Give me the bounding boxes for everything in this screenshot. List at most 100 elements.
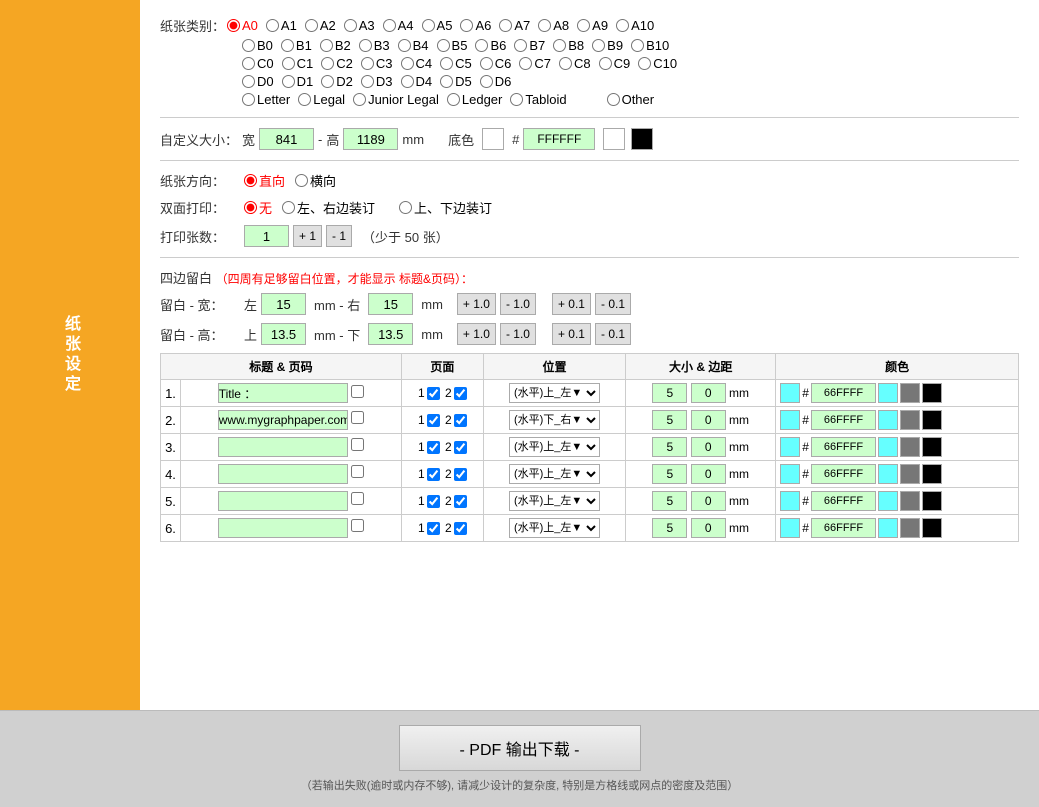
radio-c2[interactable]: C2 bbox=[321, 56, 353, 71]
margin-right-input[interactable] bbox=[368, 293, 413, 315]
radio-other[interactable]: Other bbox=[607, 92, 655, 107]
row-title-check-5[interactable] bbox=[351, 519, 364, 532]
position-select-3[interactable]: (水平)上_左▼ (水平)上_左 (水平)上_中 (水平)上_右 (水平)下_左… bbox=[509, 464, 600, 484]
page1-check-5[interactable] bbox=[427, 522, 440, 535]
row-title-input-2[interactable] bbox=[218, 437, 348, 457]
row-title-check-3[interactable] bbox=[351, 465, 364, 478]
radio-c4[interactable]: C4 bbox=[401, 56, 433, 71]
color-preview-3[interactable] bbox=[878, 464, 898, 484]
color-gray-5[interactable] bbox=[900, 518, 920, 538]
color-preview-5[interactable] bbox=[878, 518, 898, 538]
margin-w-plus01-btn[interactable]: + 0.1 bbox=[552, 293, 591, 315]
size-input-2[interactable] bbox=[652, 437, 687, 457]
margin-left-input[interactable] bbox=[261, 293, 306, 315]
page2-check-0[interactable] bbox=[454, 387, 467, 400]
hex-input-4[interactable] bbox=[811, 491, 876, 511]
position-select-0[interactable]: (水平)上_左▼ (水平)上_左 (水平)上_中 (水平)上_右 (水平)下_左… bbox=[509, 383, 600, 403]
print-count-minus-btn[interactable]: - 1 bbox=[326, 225, 352, 247]
position-select-5[interactable]: (水平)上_左▼ (水平)上_左 (水平)上_中 (水平)上_右 (水平)下_左… bbox=[509, 518, 600, 538]
radio-b5[interactable]: B5 bbox=[437, 38, 468, 53]
radio-letter[interactable]: Letter bbox=[242, 92, 290, 107]
margin-input-5[interactable] bbox=[691, 518, 726, 538]
radio-legal[interactable]: Legal bbox=[298, 92, 345, 107]
radio-a0[interactable]: A0 bbox=[227, 18, 258, 33]
radio-b10[interactable]: B10 bbox=[631, 38, 669, 53]
row-title-input-1[interactable] bbox=[218, 410, 348, 430]
duplex-none-radio[interactable]: 无 bbox=[244, 198, 272, 217]
radio-b8[interactable]: B8 bbox=[553, 38, 584, 53]
size-input-0[interactable] bbox=[652, 383, 687, 403]
radio-c6[interactable]: C6 bbox=[480, 56, 512, 71]
duplex-tb-radio[interactable]: 上、下边装订 bbox=[399, 198, 492, 217]
hex-input-2[interactable] bbox=[811, 437, 876, 457]
hex-input-3[interactable] bbox=[811, 464, 876, 484]
radio-junior-legal[interactable]: Junior Legal bbox=[353, 92, 439, 107]
hex-input[interactable] bbox=[523, 128, 595, 150]
margin-input-1[interactable] bbox=[691, 410, 726, 430]
color-preview-0[interactable] bbox=[878, 383, 898, 403]
row-title-input-4[interactable] bbox=[218, 491, 348, 511]
color-swatch-cyan-1[interactable] bbox=[780, 410, 800, 430]
margin-h-plus10-btn[interactable]: + 1.0 bbox=[457, 323, 496, 345]
hex-input-5[interactable] bbox=[811, 518, 876, 538]
radio-b4[interactable]: B4 bbox=[398, 38, 429, 53]
position-select-4[interactable]: (水平)上_左▼ (水平)上_左 (水平)上_中 (水平)上_右 (水平)下_左… bbox=[509, 491, 600, 511]
color-black-3[interactable] bbox=[922, 464, 942, 484]
color-gray-0[interactable] bbox=[900, 383, 920, 403]
row-title-input-0[interactable] bbox=[218, 383, 348, 403]
margin-input-3[interactable] bbox=[691, 464, 726, 484]
position-select-1[interactable]: (水平)下_右▼ (水平)上_左 (水平)上_中 (水平)上_右 (水平)下_左… bbox=[509, 410, 600, 430]
radio-c8[interactable]: C8 bbox=[559, 56, 591, 71]
margin-bottom-input[interactable] bbox=[368, 323, 413, 345]
page2-check-4[interactable] bbox=[454, 495, 467, 508]
page2-check-3[interactable] bbox=[454, 468, 467, 481]
hex-input-1[interactable] bbox=[811, 410, 876, 430]
radio-a8[interactable]: A8 bbox=[538, 18, 569, 33]
margin-w-minus01-btn[interactable]: - 0.1 bbox=[595, 293, 631, 315]
bg-color-box[interactable] bbox=[482, 128, 504, 150]
margin-h-minus10-btn[interactable]: - 1.0 bbox=[500, 323, 536, 345]
color-black-4[interactable] bbox=[922, 491, 942, 511]
radio-b6[interactable]: B6 bbox=[475, 38, 506, 53]
radio-d6[interactable]: D6 bbox=[480, 74, 512, 89]
radio-c5[interactable]: C5 bbox=[440, 56, 472, 71]
row-title-check-1[interactable] bbox=[351, 411, 364, 424]
radio-a7[interactable]: A7 bbox=[499, 18, 530, 33]
radio-d0[interactable]: D0 bbox=[242, 74, 274, 89]
radio-c7[interactable]: C7 bbox=[519, 56, 551, 71]
radio-d3[interactable]: D3 bbox=[361, 74, 393, 89]
radio-a5[interactable]: A5 bbox=[422, 18, 453, 33]
page1-check-2[interactable] bbox=[427, 441, 440, 454]
color-swatch-cyan-5[interactable] bbox=[780, 518, 800, 538]
print-count-plus-btn[interactable]: + 1 bbox=[293, 225, 322, 247]
color-preview-1[interactable] bbox=[878, 410, 898, 430]
margin-w-minus10-btn[interactable]: - 1.0 bbox=[500, 293, 536, 315]
width-input[interactable] bbox=[259, 128, 314, 150]
radio-b7[interactable]: B7 bbox=[514, 38, 545, 53]
radio-c0[interactable]: C0 bbox=[242, 56, 274, 71]
radio-d2[interactable]: D2 bbox=[321, 74, 353, 89]
row-title-check-0[interactable] bbox=[351, 385, 364, 398]
color-preview-2[interactable] bbox=[878, 437, 898, 457]
height-input[interactable] bbox=[343, 128, 398, 150]
row-title-check-2[interactable] bbox=[351, 438, 364, 451]
color-black-1[interactable] bbox=[922, 410, 942, 430]
radio-d5[interactable]: D5 bbox=[440, 74, 472, 89]
color-black-2[interactable] bbox=[922, 437, 942, 457]
radio-c10[interactable]: C10 bbox=[638, 56, 677, 71]
color-gray-4[interactable] bbox=[900, 491, 920, 511]
radio-c9[interactable]: C9 bbox=[599, 56, 631, 71]
color-black-5[interactable] bbox=[922, 518, 942, 538]
position-select-2[interactable]: (水平)上_左▼ (水平)上_左 (水平)上_中 (水平)上_右 (水平)下_左… bbox=[509, 437, 600, 457]
radio-a3[interactable]: A3 bbox=[344, 18, 375, 33]
margin-h-plus01-btn[interactable]: + 0.1 bbox=[552, 323, 591, 345]
page2-check-2[interactable] bbox=[454, 441, 467, 454]
radio-a4[interactable]: A4 bbox=[383, 18, 414, 33]
duplex-lr-radio[interactable]: 左、右边装订 bbox=[282, 198, 375, 217]
size-input-3[interactable] bbox=[652, 464, 687, 484]
page1-check-3[interactable] bbox=[427, 468, 440, 481]
page1-check-1[interactable] bbox=[427, 414, 440, 427]
print-count-input[interactable] bbox=[244, 225, 289, 247]
color-black-0[interactable] bbox=[922, 383, 942, 403]
radio-d1[interactable]: D1 bbox=[282, 74, 314, 89]
